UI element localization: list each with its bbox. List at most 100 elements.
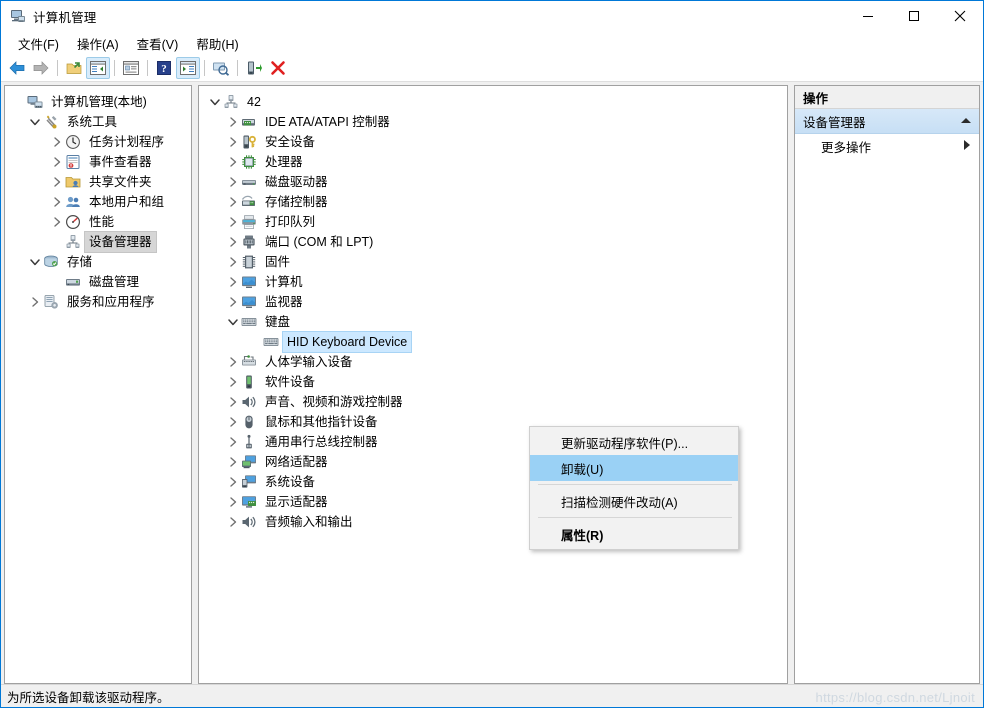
device-node-storage-controllers[interactable]: 存储控制器 bbox=[199, 192, 787, 212]
tree-task-scheduler[interactable]: 任务计划程序 bbox=[5, 132, 191, 152]
device-node-print-queues[interactable]: 打印队列 bbox=[199, 212, 787, 232]
audio-io-icon bbox=[241, 514, 257, 530]
action-more-actions[interactable]: 更多操作 bbox=[795, 134, 979, 158]
chevron-right-icon[interactable] bbox=[27, 292, 43, 312]
device-node-firmware[interactable]: 固件 bbox=[199, 252, 787, 272]
chevron-right-icon[interactable] bbox=[225, 392, 241, 412]
toolbar-uninstall[interactable] bbox=[266, 57, 290, 79]
chevron-right-icon[interactable] bbox=[225, 472, 241, 492]
tree-storage[interactable]: 存储 bbox=[5, 252, 191, 272]
menu-action[interactable]: 操作(A) bbox=[68, 31, 128, 56]
tree-computer-management-local[interactable]: 计算机管理(本地) bbox=[5, 92, 191, 112]
device-node-firmware-label: 固件 bbox=[265, 255, 291, 269]
toolbar-show-tree[interactable] bbox=[86, 57, 110, 79]
chevron-down-icon[interactable] bbox=[27, 252, 43, 272]
chevron-right-icon[interactable] bbox=[225, 112, 241, 132]
tree-performance-label: 性能 bbox=[89, 215, 115, 229]
ctx-scan-for-hardware-changes[interactable]: 扫描检测硬件改动(A) bbox=[530, 488, 738, 514]
maximize-button[interactable] bbox=[891, 1, 937, 31]
tree-event-viewer[interactable]: 事件查看器 bbox=[5, 152, 191, 172]
chevron-right-icon[interactable] bbox=[225, 432, 241, 452]
chevron-right-icon[interactable] bbox=[225, 372, 241, 392]
menu-help[interactable]: 帮助(H) bbox=[187, 31, 247, 56]
actions-group-device-manager[interactable]: 设备管理器 bbox=[795, 109, 979, 134]
toolbar-back[interactable] bbox=[5, 57, 29, 79]
device-node-software-devices-label: 软件设备 bbox=[265, 375, 316, 389]
tree-storage-label: 存储 bbox=[67, 255, 93, 269]
chevron-right-icon[interactable] bbox=[225, 512, 241, 532]
chevron-right-icon[interactable] bbox=[49, 192, 65, 212]
chevron-right-icon[interactable] bbox=[225, 292, 241, 312]
close-button[interactable] bbox=[937, 1, 983, 31]
device-node-human-interface-devices-label: 人体学输入设备 bbox=[265, 355, 353, 369]
minimize-button[interactable] bbox=[845, 1, 891, 31]
status-bar-text: 为所选设备卸载该驱动程序。 bbox=[7, 690, 170, 705]
chevron-right-icon[interactable] bbox=[225, 352, 241, 372]
device-node-monitors[interactable]: 监视器 bbox=[199, 292, 787, 312]
chevron-right-icon[interactable] bbox=[225, 232, 241, 252]
chevron-right-icon[interactable] bbox=[225, 172, 241, 192]
chevron-right-icon[interactable] bbox=[225, 272, 241, 292]
device-node-keyboards[interactable]: 键盘 bbox=[199, 312, 787, 332]
chevron-right-icon[interactable] bbox=[225, 132, 241, 152]
chevron-up-icon[interactable] bbox=[961, 116, 971, 126]
chevron-right-icon[interactable] bbox=[225, 192, 241, 212]
tree-shared-folders[interactable]: 共享文件夹 bbox=[5, 172, 191, 192]
device-node-hid-keyboard-device[interactable]: HID Keyboard Device bbox=[199, 331, 787, 353]
chevron-right-icon[interactable] bbox=[49, 132, 65, 152]
device-node-human-interface-devices[interactable]: 人体学输入设备 bbox=[199, 352, 787, 372]
device-node-computer[interactable]: 计算机 bbox=[199, 272, 787, 292]
chevron-right-icon[interactable] bbox=[225, 152, 241, 172]
toolbar-properties[interactable] bbox=[119, 57, 143, 79]
status-bar: 为所选设备卸载该驱动程序。 bbox=[1, 684, 983, 707]
chevron-down-icon[interactable] bbox=[27, 112, 43, 132]
tree-system-tools[interactable]: 系统工具 bbox=[5, 112, 191, 132]
device-node-ports[interactable]: 端口 (COM 和 LPT) bbox=[199, 232, 787, 252]
toolbar-separator bbox=[114, 60, 115, 76]
device-node-processors[interactable]: 处理器 bbox=[199, 152, 787, 172]
firmware-icon bbox=[241, 254, 257, 270]
network-adapter-icon bbox=[241, 454, 257, 470]
tree-performance[interactable]: 性能 bbox=[5, 212, 191, 232]
chevron-right-icon[interactable] bbox=[49, 212, 65, 232]
device-node-software-devices[interactable]: 软件设备 bbox=[199, 372, 787, 392]
device-node-security-devices[interactable]: 安全设备 bbox=[199, 132, 787, 152]
chevron-right-icon[interactable] bbox=[225, 252, 241, 272]
device-node-ports-label: 端口 (COM 和 LPT) bbox=[265, 235, 374, 249]
device-node-ide-ata-atapi[interactable]: IDE ATA/ATAPI 控制器 bbox=[199, 112, 787, 132]
toolbar-update-driver[interactable] bbox=[242, 57, 266, 79]
ctx-update-driver-software[interactable]: 更新驱动程序软件(P)... bbox=[530, 429, 738, 455]
chevron-down-icon[interactable] bbox=[207, 92, 223, 112]
ctx-properties[interactable]: 属性(R) bbox=[530, 521, 738, 547]
tree-event-viewer-label: 事件查看器 bbox=[89, 155, 152, 169]
menu-view[interactable]: 查看(V) bbox=[128, 31, 188, 56]
device-node-network-adapters-label: 网络适配器 bbox=[265, 455, 328, 469]
chevron-right-icon[interactable] bbox=[49, 152, 65, 172]
computer-management-icon bbox=[10, 8, 26, 24]
menu-file[interactable]: 文件(F) bbox=[9, 31, 68, 56]
toolbar-help[interactable]: ? bbox=[152, 57, 176, 79]
ctx-uninstall[interactable]: 卸载(U) bbox=[530, 455, 738, 481]
toolbar-action-pane[interactable] bbox=[176, 57, 200, 79]
tree-services-and-applications[interactable]: 服务和应用程序 bbox=[5, 292, 191, 312]
toolbar-scan-hardware[interactable] bbox=[209, 57, 233, 79]
toolbar-up-level[interactable] bbox=[62, 57, 86, 79]
system-tools-icon bbox=[43, 114, 59, 130]
ide-controller-icon bbox=[241, 114, 257, 130]
chevron-right-icon[interactable] bbox=[49, 172, 65, 192]
toolbar-forward[interactable] bbox=[29, 57, 53, 79]
device-node-display-adapters-label: 显示适配器 bbox=[265, 495, 328, 509]
device-node-disk-drives[interactable]: 磁盘驱动器 bbox=[199, 172, 787, 192]
tree-device-manager[interactable]: 设备管理器 bbox=[5, 231, 191, 253]
tree-local-users-and-groups[interactable]: 本地用户和组 bbox=[5, 192, 191, 212]
chevron-right-icon[interactable] bbox=[225, 412, 241, 432]
device-tree-root[interactable]: 42 bbox=[199, 92, 787, 112]
chevron-right-icon[interactable] bbox=[225, 452, 241, 472]
tree-disk-management[interactable]: 磁盘管理 bbox=[5, 272, 191, 292]
chevron-right-icon[interactable] bbox=[225, 212, 241, 232]
monitor-icon bbox=[241, 294, 257, 310]
chevron-down-icon[interactable] bbox=[225, 312, 241, 332]
device-node-sound-video-game-controllers[interactable]: 声音、视频和游戏控制器 bbox=[199, 392, 787, 412]
chevron-right-icon[interactable] bbox=[225, 492, 241, 512]
